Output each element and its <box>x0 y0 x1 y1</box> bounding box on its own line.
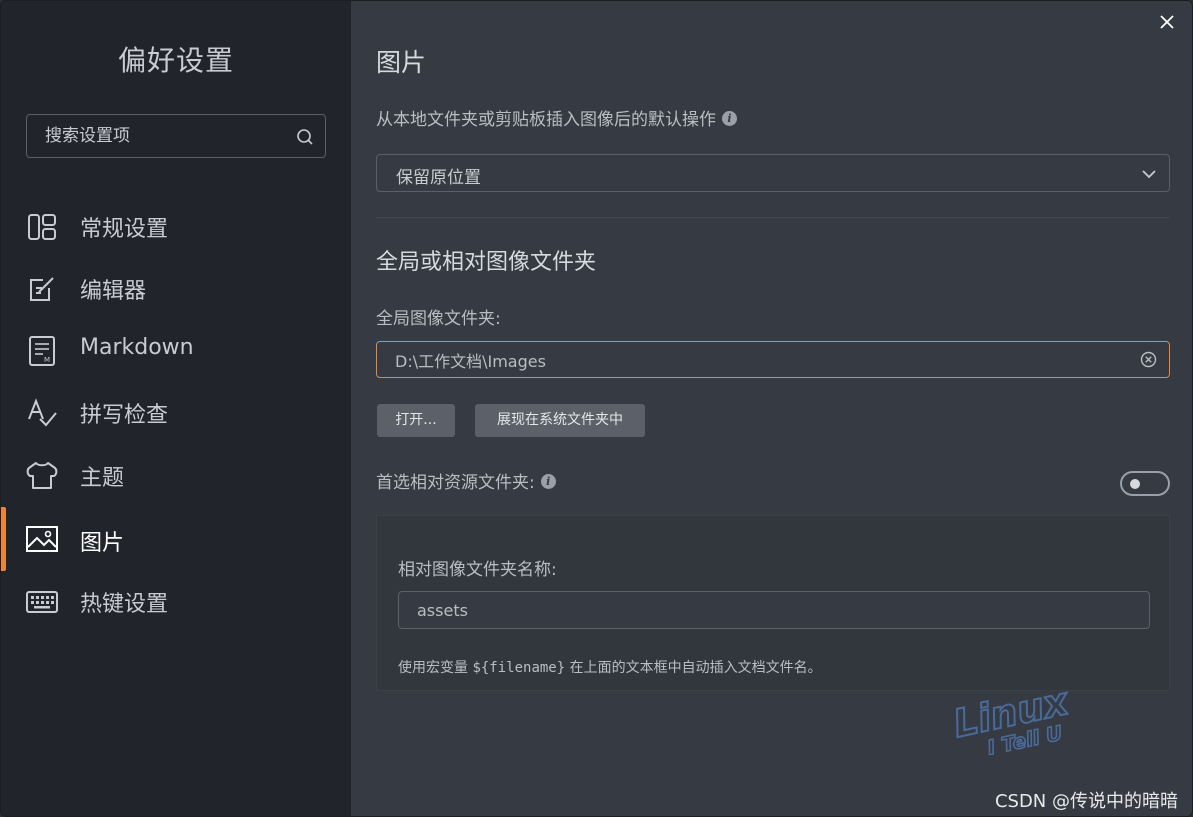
toggle-knob <box>1130 479 1140 489</box>
sidebar-item-label: 热键设置 <box>80 592 169 617</box>
csdn-credit: CSDN @传说中的暗暗 <box>994 791 1178 812</box>
open-folder-button[interactable]: 打开... <box>377 404 455 437</box>
search-input[interactable] <box>45 115 285 157</box>
sidebar-item-images[interactable]: 图片 <box>1 507 351 571</box>
active-indicator <box>1 507 6 571</box>
section-title: 全局或相对图像文件夹 <box>376 250 597 275</box>
keyboard-icon <box>25 586 59 618</box>
sidebar-item-label: 图片 <box>80 531 125 556</box>
chevron-down-icon <box>1142 170 1156 179</box>
linux-watermark-logo: Linux I Tell U <box>948 679 1074 755</box>
sidebar-item-label: 主题 <box>80 466 125 491</box>
global-folder-field[interactable] <box>376 341 1170 378</box>
insert-action-label: 从本地文件夹或剪贴板插入图像后的默认操作 i <box>376 105 737 130</box>
sidebar-item-markdown[interactable]: M Markdown <box>1 323 351 379</box>
info-icon[interactable]: i <box>540 473 556 489</box>
insert-action-value: 保留原位置 <box>396 168 481 188</box>
layout-grid-icon <box>25 211 59 243</box>
markdown-doc-icon: M <box>25 335 59 367</box>
macro-code: ${filename} <box>472 660 566 676</box>
shirt-icon <box>25 460 59 492</box>
reveal-in-folder-button[interactable]: 展现在系统文件夹中 <box>475 404 645 437</box>
image-icon <box>25 523 59 555</box>
preferences-window: 偏好设置 常规设置 <box>0 0 1193 817</box>
close-icon[interactable] <box>1156 11 1178 33</box>
edit-icon <box>25 273 59 305</box>
spellcheck-icon <box>25 397 59 429</box>
sidebar-item-label: 拼写检查 <box>80 403 169 428</box>
sidebar-item-theme[interactable]: 主题 <box>1 448 351 504</box>
prefer-relative-toggle[interactable] <box>1120 471 1170 496</box>
svg-text:M: M <box>44 356 50 364</box>
info-icon[interactable]: i <box>722 110 737 126</box>
global-folder-input[interactable] <box>395 342 1115 377</box>
macro-hint: 使用宏变量 ${filename} 在上面的文本框中自动插入文档文件名。 <box>398 660 822 676</box>
relative-folder-field[interactable] <box>398 591 1150 629</box>
sidebar-item-label: 编辑器 <box>80 279 147 304</box>
global-folder-label: 全局图像文件夹: <box>376 309 501 329</box>
sidebar: 偏好设置 常规设置 <box>1 1 351 816</box>
sidebar-item-keybindings[interactable]: 热键设置 <box>1 574 351 630</box>
settings-panel: 图片 从本地文件夹或剪贴板插入图像后的默认操作 i 保留原位置 全局或相对图像文件… <box>351 1 1192 816</box>
sidebar-item-general[interactable]: 常规设置 <box>1 199 351 255</box>
divider <box>376 217 1170 218</box>
sidebar-title: 偏好设置 <box>117 44 234 77</box>
relative-folder-label: 相对图像文件夹名称: <box>398 560 557 580</box>
sidebar-item-spellcheck[interactable]: 拼写检查 <box>1 385 351 441</box>
sidebar-item-editor[interactable]: 编辑器 <box>1 261 351 317</box>
prefer-relative-label: 首选相对资源文件夹: i <box>376 468 556 493</box>
clear-icon[interactable] <box>1140 351 1157 368</box>
sidebar-item-label: 常规设置 <box>80 217 169 242</box>
page-title: 图片 <box>376 48 427 77</box>
insert-action-select[interactable]: 保留原位置 <box>376 154 1170 192</box>
sidebar-item-label: Markdown <box>80 335 194 360</box>
relative-folder-input[interactable] <box>417 592 1117 628</box>
search-box[interactable] <box>26 114 326 158</box>
search-icon[interactable] <box>295 127 315 147</box>
relative-folder-panel: 相对图像文件夹名称: 使用宏变量 ${filename} 在上面的文本框中自动插… <box>376 515 1170 691</box>
